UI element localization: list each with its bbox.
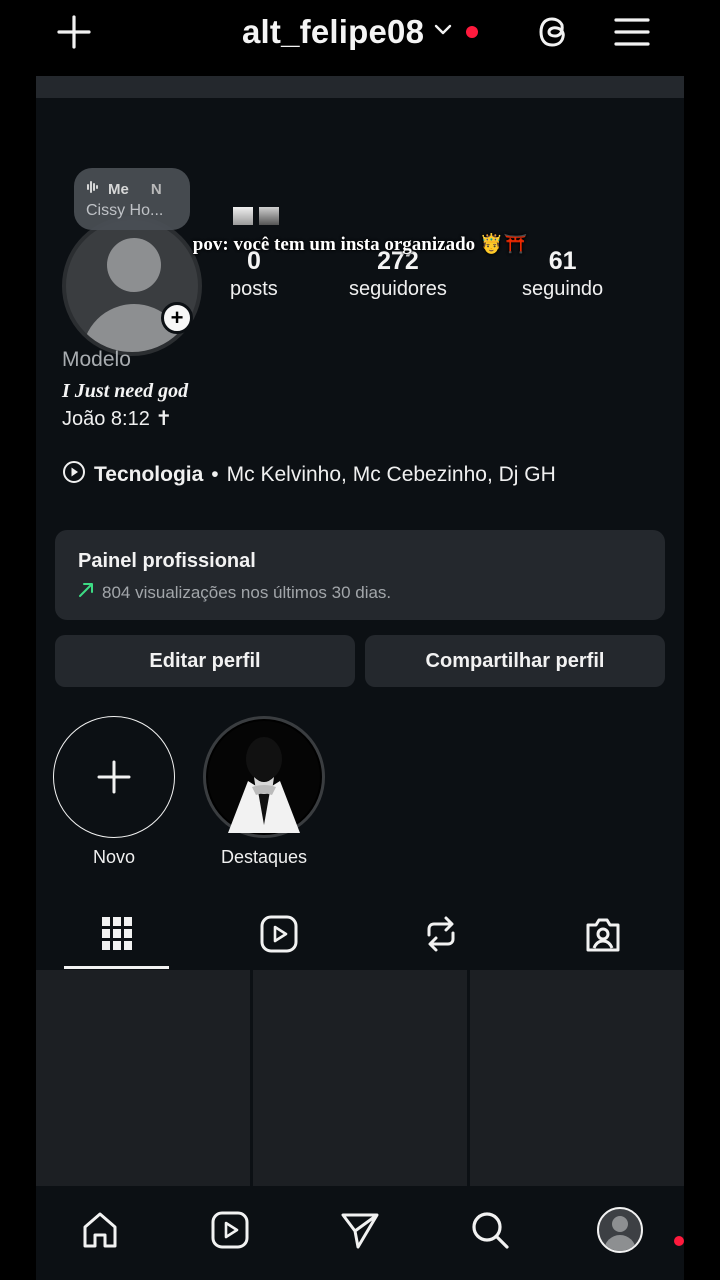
threads-icon[interactable] — [532, 10, 576, 54]
top-bar: alt_felipe08 — [0, 0, 720, 64]
highlight-label: Novo — [92, 847, 136, 867]
panel-title: Painel profissional — [78, 550, 256, 572]
category-label: Tecnologia — [94, 463, 204, 486]
highlight-destaques[interactable]: Destaques — [203, 716, 325, 868]
account-switcher[interactable]: alt_felipe08 — [242, 10, 479, 54]
top-strip — [36, 76, 684, 98]
reposts-icon[interactable] — [417, 910, 465, 958]
chevron-down-icon — [434, 23, 452, 41]
tagged-icon[interactable] — [579, 910, 627, 958]
share-profile-button[interactable]: Compartilhar perfil — [365, 635, 665, 687]
edit-profile-button[interactable]: Editar perfil — [55, 635, 355, 687]
bottom-nav — [36, 1186, 684, 1280]
grid-icon[interactable] — [93, 910, 141, 958]
post-grid — [36, 970, 684, 1186]
notification-dot — [466, 26, 479, 38]
professional-dashboard[interactable]: Painel profissional 804 visualizações no… — [55, 530, 665, 620]
plus-icon[interactable] — [52, 10, 96, 54]
category-separator: • — [211, 463, 219, 486]
stat-label: seguidores — [349, 278, 447, 300]
profile-tabs — [36, 906, 684, 970]
play-circle-icon — [62, 460, 86, 490]
highlight-cover — [203, 716, 325, 838]
emoji-squares — [233, 207, 279, 225]
profile-avatar[interactable] — [594, 1204, 646, 1256]
reels-icon[interactable] — [204, 1204, 256, 1256]
highlight-new[interactable]: Novo — [53, 716, 175, 868]
video-caption: pov: você tem um insta organizado 🤴⛩️ — [192, 234, 528, 255]
category-artists: Mc Kelvinho, Mc Cebezinho, Dj GH — [226, 463, 556, 486]
send-icon[interactable] — [334, 1204, 386, 1256]
plus-icon — [53, 716, 175, 838]
grid-placeholder — [36, 970, 250, 1186]
trend-up-icon — [78, 582, 94, 603]
highlight-label: Destaques — [220, 847, 308, 867]
username: alt_felipe08 — [242, 13, 425, 50]
profile-name: Modelo — [62, 348, 131, 371]
stat-label: posts — [230, 278, 278, 300]
note-artist: Cissy Ho... — [86, 202, 164, 219]
panel-subtitle: 804 visualizações nos últimos 30 dias. — [102, 582, 392, 602]
audio-icon — [86, 180, 100, 198]
home-icon[interactable] — [74, 1204, 126, 1256]
stat-label: seguindo — [522, 278, 604, 300]
profile-note[interactable]: Me N Cissy Ho... — [74, 168, 190, 230]
grid-placeholder — [253, 970, 467, 1186]
note-title: Me — [108, 180, 129, 198]
search-icon[interactable] — [464, 1204, 516, 1256]
music-category-link[interactable]: Tecnologia • Mc Kelvinho, Mc Cebezinho, … — [62, 460, 556, 490]
active-tab-indicator — [64, 966, 169, 969]
note-title-extra: N — [150, 180, 162, 198]
bio-line-1: I Just need god — [62, 380, 189, 402]
reels-icon[interactable] — [255, 910, 303, 958]
notification-dot — [674, 1236, 684, 1246]
add-story-icon[interactable]: + — [161, 302, 193, 334]
bio-line-2: João 8:12 ✝ — [62, 408, 173, 430]
grid-placeholder — [470, 970, 684, 1186]
menu-icon[interactable] — [610, 10, 654, 54]
